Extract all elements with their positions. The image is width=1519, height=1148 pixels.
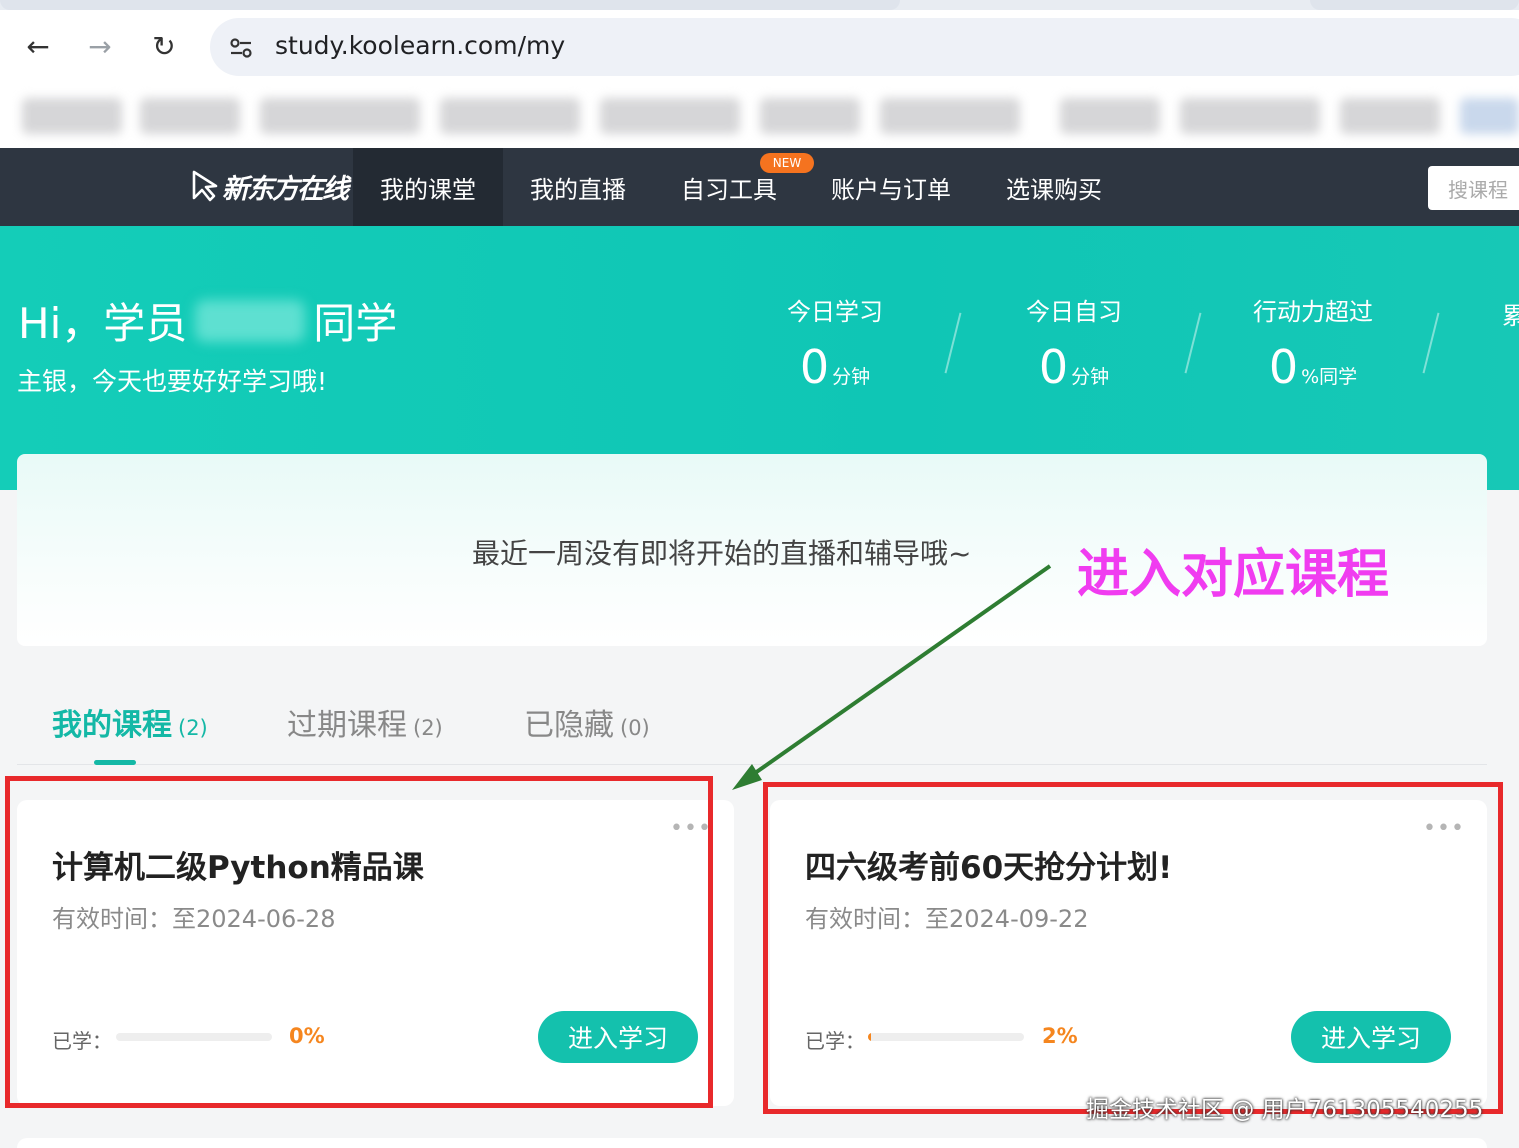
annotation-arrow-icon [732, 564, 1052, 790]
page-root: ← → ↻ study.koolearn.com/my 新东方在线 我的课堂 我… [0, 0, 1519, 1148]
watermark: 掘金技术社区 @ 用户761305540255 [1086, 1097, 1484, 1123]
